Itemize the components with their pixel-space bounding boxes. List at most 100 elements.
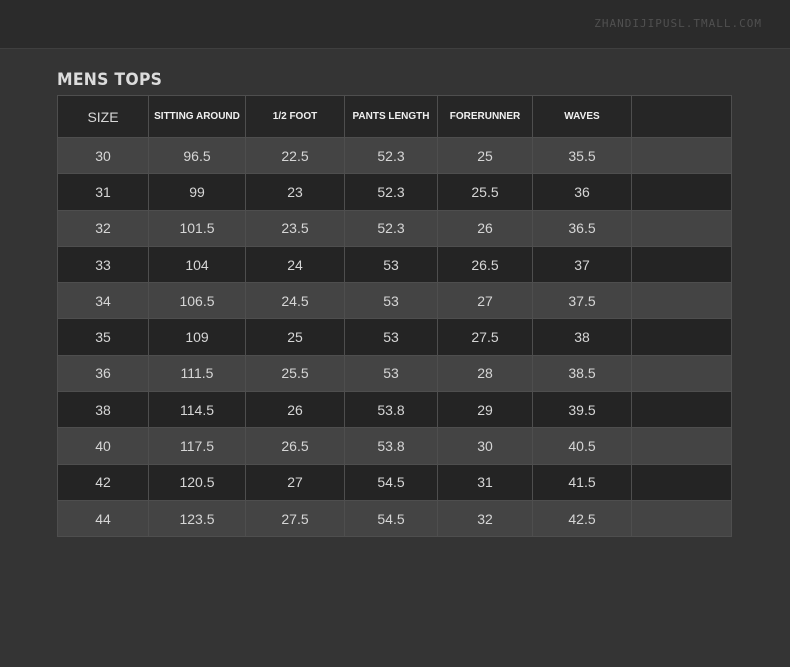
table-cell: 24.5	[245, 282, 345, 320]
table-cell: 52.3	[344, 209, 438, 247]
table-cell	[631, 173, 732, 211]
table-cell	[631, 245, 732, 284]
table-cell: 37	[532, 245, 632, 284]
table-cell	[631, 463, 732, 501]
table-cell: 28	[437, 354, 533, 393]
column-header: PANTS LENGTH	[344, 95, 438, 138]
table-cell: 27	[245, 463, 345, 501]
column-header-size: SIZE	[57, 95, 149, 138]
column-header	[631, 95, 732, 138]
table-cell: 42.5	[532, 499, 632, 538]
table-row: 33 104 24 53 26.5 37	[57, 245, 732, 284]
table-cell: 96.5	[148, 136, 246, 175]
table-cell: 106.5	[148, 282, 246, 320]
size-chart-table: SIZE SITTING AROUND 1/2 FOOT PANTS LENGTH FO…	[57, 95, 732, 538]
table-row: 30 96.5 22.5 52.3 25 35.5	[57, 136, 732, 175]
table-cell: 34	[57, 282, 149, 320]
table-cell: 36	[532, 173, 632, 211]
table-cell: 31	[57, 173, 149, 211]
table-cell: 54.5	[344, 499, 438, 538]
table-row: 34 106.5 24.5 53 27 37.5	[57, 282, 732, 320]
table-cell: 111.5	[148, 354, 246, 393]
table-cell	[631, 354, 732, 393]
table-cell: 53	[344, 318, 438, 356]
column-header: SITTING AROUND	[148, 95, 246, 138]
table-cell: 32	[57, 209, 149, 247]
table-cell: 32	[437, 499, 533, 538]
table-cell: 30	[437, 427, 533, 465]
table-cell: 53	[344, 282, 438, 320]
table-cell: 53.8	[344, 391, 438, 429]
table-cell: 104	[148, 245, 246, 284]
top-banner: ZHANDIJIPUSL.TMALL.COM	[0, 0, 790, 49]
table-cell: 25	[437, 136, 533, 175]
table-cell: 31	[437, 463, 533, 501]
table-cell	[631, 499, 732, 538]
table-cell: 40	[57, 427, 149, 465]
table-cell: 30	[57, 136, 149, 175]
table-cell: 23.5	[245, 209, 345, 247]
table-cell: 42	[57, 463, 149, 501]
table-row: 32 101.5 23.5 52.3 26 36.5	[57, 209, 732, 247]
table-cell	[631, 282, 732, 320]
table-row: 42 120.5 27 54.5 31 41.5	[57, 463, 732, 501]
table-cell: 37.5	[532, 282, 632, 320]
table-cell: 24	[245, 245, 345, 284]
table-cell: 25.5	[245, 354, 345, 393]
table-cell: 27	[437, 282, 533, 320]
table-cell	[631, 427, 732, 465]
table-cell: 54.5	[344, 463, 438, 501]
table-cell: 25	[245, 318, 345, 356]
table-cell: 114.5	[148, 391, 246, 429]
table-header-row: SIZE SITTING AROUND 1/2 FOOT PANTS LENGTH FO…	[57, 95, 732, 138]
table-cell: 101.5	[148, 209, 246, 247]
column-header: FORERUNNER	[437, 95, 533, 138]
table-cell: 35.5	[532, 136, 632, 175]
table-row: 38 114.5 26 53.8 29 39.5	[57, 391, 732, 429]
column-header: 1/2 FOOT	[245, 95, 345, 138]
table-cell: 26	[437, 209, 533, 247]
table-title: MENS TOPS	[57, 70, 163, 90]
table-row: 35 109 25 53 27.5 38	[57, 318, 732, 356]
table-cell: 23	[245, 173, 345, 211]
table-cell: 33	[57, 245, 149, 284]
table-cell: 22.5	[245, 136, 345, 175]
table-cell: 26.5	[245, 427, 345, 465]
table-cell: 123.5	[148, 499, 246, 538]
table-row: 31 99 23 52.3 25.5 36	[57, 173, 732, 211]
table-cell: 117.5	[148, 427, 246, 465]
table-row: 40 117.5 26.5 53.8 30 40.5	[57, 427, 732, 465]
table-cell: 27.5	[437, 318, 533, 356]
table-row: 36 111.5 25.5 53 28 38.5	[57, 354, 732, 393]
table-cell: 26	[245, 391, 345, 429]
table-cell: 27.5	[245, 499, 345, 538]
table-cell: 36.5	[532, 209, 632, 247]
table-cell	[631, 318, 732, 356]
table-cell: 39.5	[532, 391, 632, 429]
table-cell: 52.3	[344, 173, 438, 211]
table-cell: 38	[57, 391, 149, 429]
table-cell: 36	[57, 354, 149, 393]
store-watermark: ZHANDIJIPUSL.TMALL.COM	[594, 17, 762, 30]
table-cell: 41.5	[532, 463, 632, 501]
table-cell	[631, 209, 732, 247]
table-cell: 40.5	[532, 427, 632, 465]
table-cell: 53	[344, 354, 438, 393]
column-header: WAVES	[532, 95, 632, 138]
table-cell: 52.3	[344, 136, 438, 175]
table-cell: 44	[57, 499, 149, 538]
table-cell: 35	[57, 318, 149, 356]
table-cell: 38.5	[532, 354, 632, 393]
table-cell: 38	[532, 318, 632, 356]
table-body: 30 96.5 22.5 52.3 25 35.5 31 99 23 52.3 25.5 36 32 10…	[57, 136, 732, 538]
table-cell: 26.5	[437, 245, 533, 284]
table-row: 44 123.5 27.5 54.5 32 42.5	[57, 499, 732, 538]
table-cell: 53.8	[344, 427, 438, 465]
table-cell: 120.5	[148, 463, 246, 501]
table-cell: 29	[437, 391, 533, 429]
table-cell: 25.5	[437, 173, 533, 211]
table-cell: 99	[148, 173, 246, 211]
table-cell: 53	[344, 245, 438, 284]
table-cell	[631, 391, 732, 429]
table-cell	[631, 136, 732, 175]
